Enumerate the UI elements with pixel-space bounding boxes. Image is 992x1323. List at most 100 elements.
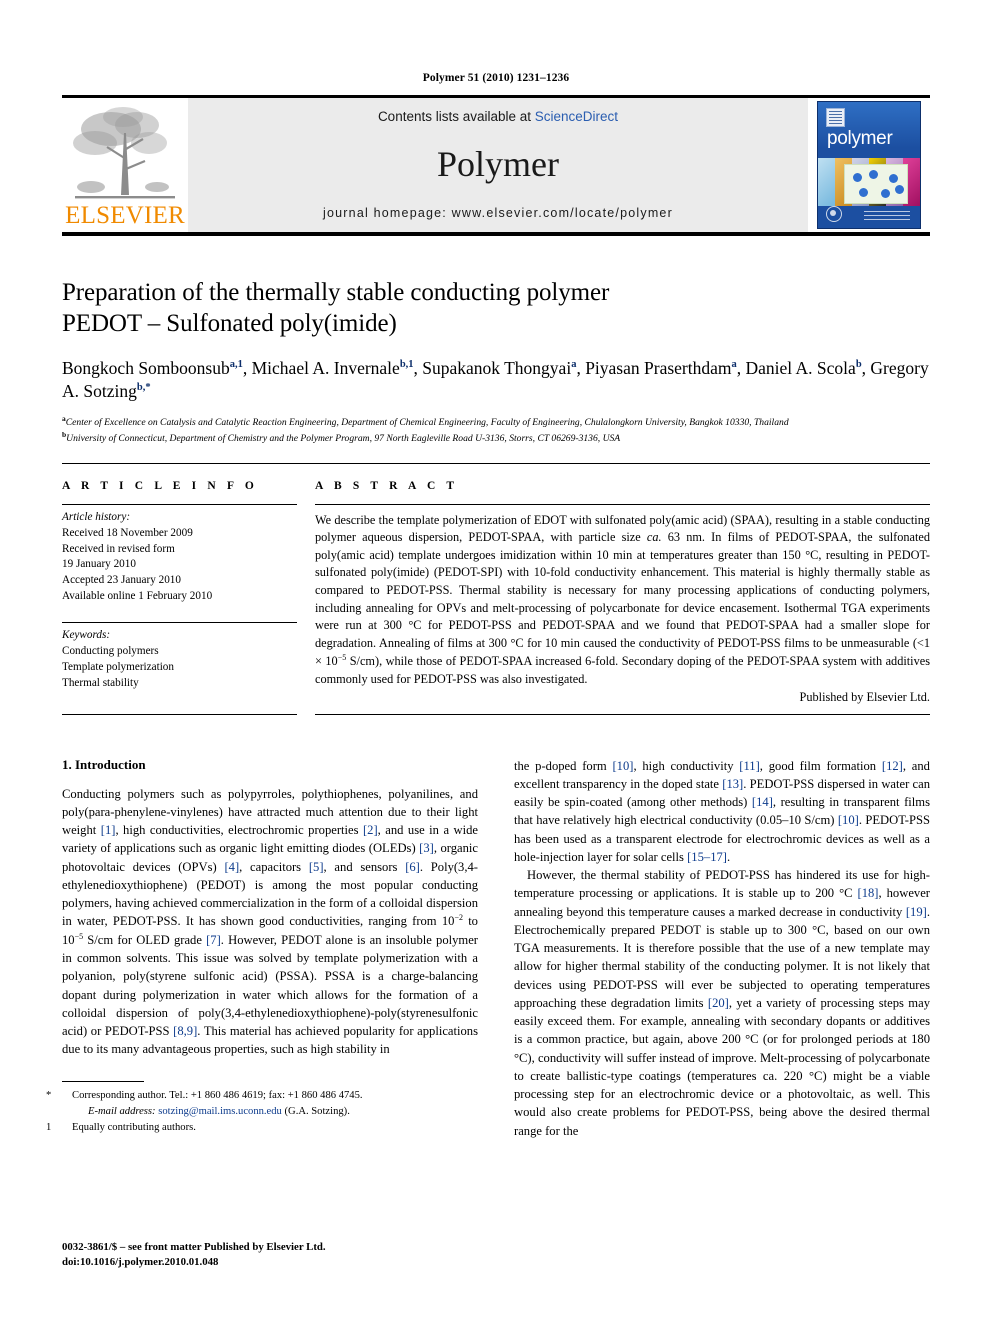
journal-homepage-line[interactable]: journal homepage: www.elsevier.com/locat… <box>323 206 673 220</box>
journal-title: Polymer <box>437 144 559 184</box>
affiliation-item: aCenter of Excellence on Catalysis and C… <box>62 413 789 428</box>
citation-reference[interactable]: [6] <box>405 860 420 874</box>
author-name: Supakanok Thongyai <box>422 358 572 378</box>
abstract-column: A B S T R A C T We describe the template… <box>315 480 930 705</box>
citation-reference[interactable]: [19] <box>906 905 927 919</box>
keywords-block: Keywords: Conducting polymers Template po… <box>62 623 297 692</box>
footnotes-block: * Corresponding author. Tel.: +1 860 486 … <box>46 1088 478 1136</box>
info-bottom-rules <box>62 713 930 715</box>
citation-reference[interactable]: [20] <box>708 996 729 1010</box>
elsevier-wordmark: ELSEVIER <box>65 202 185 229</box>
article-history-item: Received in revised form <box>62 542 175 555</box>
citation-reference[interactable]: [11] <box>739 759 760 773</box>
keyword-item: Conducting polymers <box>62 645 159 658</box>
email-address-link[interactable]: sotzing@mail.ims.uconn.edu <box>158 1106 282 1117</box>
citation-reference[interactable]: [18] <box>858 886 879 900</box>
keyword-item: Template polymerization <box>62 660 174 673</box>
citation-reference[interactable]: [4] <box>224 860 239 874</box>
author-name: Bongkoch Somboonsub <box>62 358 230 378</box>
info-bottom-rule-right <box>315 713 930 715</box>
cover-journal-name: polymer <box>827 128 893 149</box>
keyword-item: Thermal stability <box>62 676 139 689</box>
footnote-corresponding-author: * Corresponding author. Tel.: +1 860 486 … <box>46 1088 478 1120</box>
imprint-line-1: 0032-3861/$ – see front matter Published… <box>62 1240 326 1253</box>
email-address-label: E-mail address: <box>88 1105 156 1117</box>
citation-reference[interactable]: [13] <box>722 777 743 791</box>
citation-reference[interactable]: [12] <box>882 759 903 773</box>
author-affiliation-mark: a <box>571 359 577 371</box>
citation-reference[interactable]: [10] <box>838 813 859 827</box>
email-address-owner: (G.A. Sotzing). <box>284 1105 350 1117</box>
info-bottom-rule-left <box>62 713 315 715</box>
sciencedirect-link[interactable]: ScienceDirect <box>535 109 618 124</box>
abstract-publisher: Published by Elsevier Ltd. <box>799 689 930 704</box>
keywords-label: Keywords: <box>62 629 111 642</box>
article-history-item: Available online 1 February 2010 <box>62 590 213 603</box>
cover-molecule-inset <box>844 164 908 204</box>
running-head: Polymer 51 (2010) 1231–1236 <box>422 72 570 84</box>
article-history-block: Article history: Received 18 November 20… <box>62 505 297 605</box>
author-affiliation-mark: b,1 <box>399 359 414 371</box>
page-title: Preparation of the thermally stable cond… <box>62 278 930 339</box>
elsevier-tree-icon <box>71 103 179 203</box>
footnote-mark-one: 1 <box>46 1121 52 1133</box>
imprint-block: 0032-3861/$ – see front matter Published… <box>62 1240 326 1271</box>
author-affiliation-mark: a <box>731 359 737 371</box>
journal-masthead: ELSEVIER Contents lists available at Sci… <box>62 95 930 236</box>
abstract-ca-italic: ca. <box>646 530 662 545</box>
citation-reference[interactable]: [3] <box>419 841 434 855</box>
journal-cover-image: polymer <box>817 101 921 229</box>
contents-prefix: Contents lists available at <box>377 109 535 124</box>
body-column-left: 1. Introduction Conducting polymers such… <box>46 756 478 1140</box>
author-affiliation-mark: b <box>855 359 862 371</box>
author-affiliation-mark: a,1 <box>229 359 243 371</box>
citation-reference[interactable]: [2] <box>363 823 378 837</box>
author-name: Daniel A. Scola <box>745 358 856 378</box>
title-line-2: PEDOT – Sulfonated poly(imide) <box>62 309 397 337</box>
citation-reference[interactable]: [8,9] <box>173 1024 197 1038</box>
citation-reference[interactable]: [15–17] <box>687 850 727 864</box>
intro-paragraph-left: Conducting polymers such as polypyrroles… <box>62 786 478 1057</box>
footnote-mark-asterisk: * <box>46 1089 52 1101</box>
citation-reference[interactable]: [5] <box>309 860 324 874</box>
citation-reference[interactable]: [7] <box>206 933 221 947</box>
journal-cover-wrap: polymer <box>808 98 930 232</box>
elsevier-logo: ELSEVIER <box>62 98 188 232</box>
article-history-item: Accepted 23 January 2010 <box>62 574 181 587</box>
abstract-heading: A B S T R A C T <box>315 479 459 492</box>
imprint-line-2: doi:10.1016/j.polymer.2010.01.048 <box>62 1256 219 1269</box>
abstract-part-3: S/cm), while those of PEDOT-SPAA increas… <box>315 654 930 687</box>
intro-paragraph-right-1: the p-doped form [10], high conductivity… <box>514 758 930 864</box>
title-block: Preparation of the thermally stable cond… <box>62 236 930 446</box>
info-abstract-region: A R T I C L E I N F O Article history: R… <box>62 480 930 705</box>
title-line-1: Preparation of the thermally stable cond… <box>62 279 610 306</box>
exponent: −5 <box>74 931 84 941</box>
cover-publisher-mark-icon <box>826 108 845 127</box>
article-history-item: 19 January 2010 <box>62 558 136 571</box>
section-heading-introduction: 1. Introduction <box>62 756 146 772</box>
author-name: Piyasan Praserthdam <box>585 358 732 378</box>
abstract-text: We describe the template polymerization … <box>315 505 930 689</box>
footnote-equal-text: Equally contributing authors. <box>72 1121 196 1133</box>
journal-article-page: Polymer 51 (2010) 1231–1236 ELSEVIER Con… <box>0 0 992 1323</box>
article-history-label: Article history: <box>62 510 131 523</box>
body-columns: 1. Introduction Conducting polymers such… <box>46 756 930 1140</box>
abstract-exponent: −5 <box>337 653 347 663</box>
article-info-column: A R T I C L E I N F O Article history: R… <box>62 480 315 705</box>
footnote-equal-contribution: 1 Equally contributing authors. <box>46 1120 478 1136</box>
keywords-items: Conducting polymers Template polymerizati… <box>62 644 297 692</box>
abstract-part-2: 63 nm. In films of PEDOT-SPAA, the sulfo… <box>315 530 930 669</box>
affiliation-item: bUniversity of Connecticut, Department o… <box>62 429 621 444</box>
affiliation-mark: b <box>62 429 67 439</box>
cover-footer-logo-icon <box>864 208 910 220</box>
affiliation-mark: a <box>62 413 66 423</box>
citation-reference[interactable]: [10] <box>612 759 633 773</box>
exponent: −2 <box>454 913 463 923</box>
citation-reference[interactable]: [14] <box>752 795 773 809</box>
article-history-item: Received 18 November 2009 <box>62 526 193 539</box>
contents-available-line: Contents lists available at ScienceDirec… <box>378 109 618 124</box>
article-info-heading: A R T I C L E I N F O <box>62 479 258 492</box>
citation-reference[interactable]: [1] <box>101 823 116 837</box>
author-list: Bongkoch Somboonsuba,1, Michael A. Inver… <box>62 358 929 402</box>
cover-accessibility-icon <box>826 206 842 222</box>
